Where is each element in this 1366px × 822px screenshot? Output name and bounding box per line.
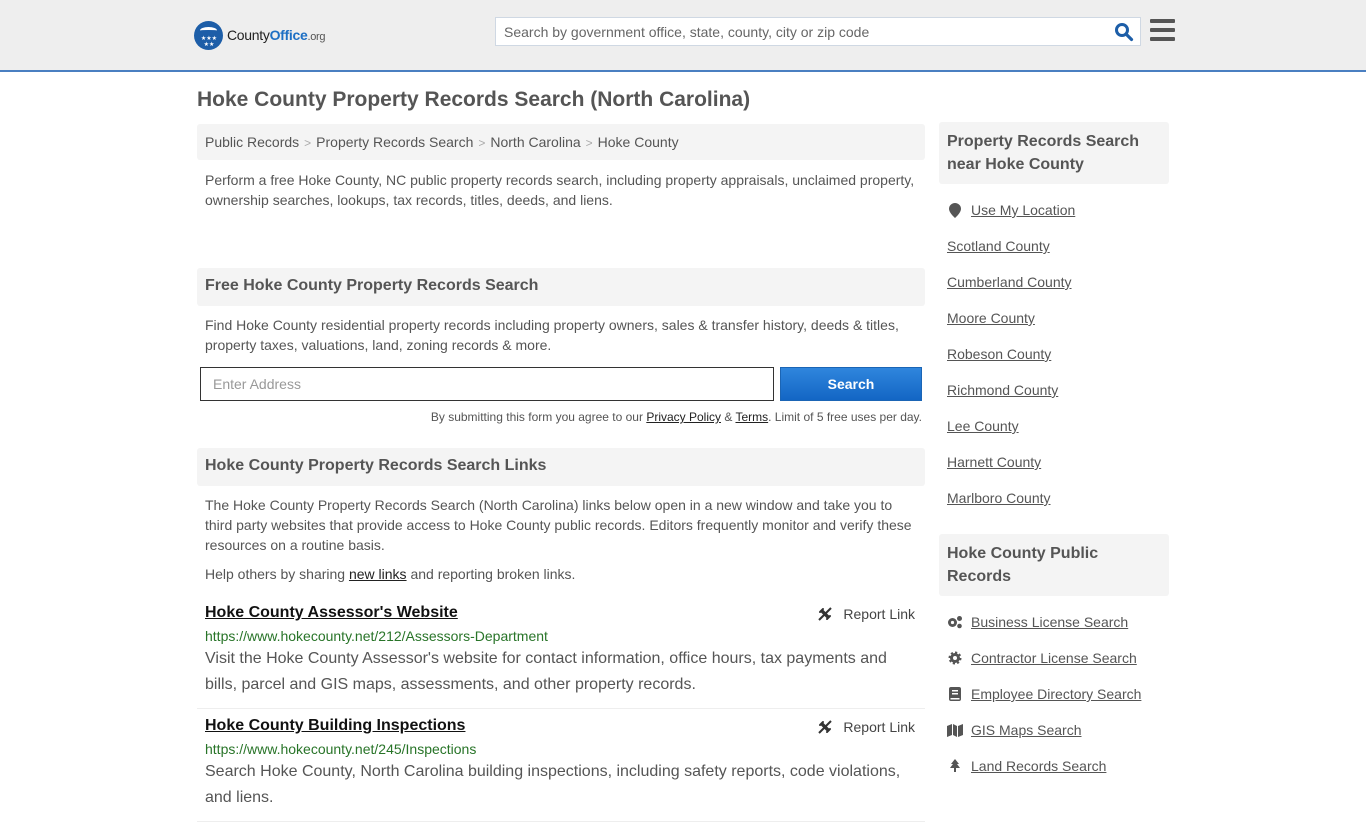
nearby-item: Marlboro County — [947, 480, 1161, 516]
nearby-item: Scotland County — [947, 228, 1161, 264]
nearby-item: Harnett County — [947, 444, 1161, 480]
terms-link[interactable]: Terms — [735, 410, 768, 424]
link-description: Visit the Hoke County Assessor's website… — [205, 650, 887, 693]
breadcrumb-north-carolina[interactable]: North Carolina — [490, 134, 580, 150]
address-input[interactable] — [200, 367, 774, 401]
main-content: Public Records > Property Records Search > N… — [197, 124, 925, 822]
employee-directory-search-link[interactable]: Employee Directory Search — [971, 686, 1141, 702]
links-heading: Hoke County Property Records Search Link… — [197, 448, 925, 486]
nearby-list: Use My Location Scotland County Cumberla… — [939, 184, 1169, 526]
nearby-item: Cumberland County — [947, 264, 1161, 300]
broken-link-icon — [818, 720, 833, 734]
map-marker-icon — [947, 202, 963, 218]
public-records-list: Business License Search Contractor Licen… — [939, 596, 1169, 794]
business-license-search-link[interactable]: Business License Search — [971, 614, 1128, 630]
page-title: Hoke County Property Records Search (Nor… — [197, 88, 751, 111]
gears-icon — [947, 614, 963, 630]
nearby-county-link[interactable]: Marlboro County — [947, 490, 1051, 506]
report-link-button[interactable]: Report Link — [817, 719, 915, 735]
public-record-item: Land Records Search — [947, 748, 1161, 784]
address-search-form: Search — [197, 355, 925, 401]
nearby-item: Robeson County — [947, 336, 1161, 372]
nearby-county-link[interactable]: Harnett County — [947, 454, 1041, 470]
public-records-heading: Hoke County Public Records — [939, 534, 1169, 596]
breadcrumb-hoke-county[interactable]: Hoke County — [598, 134, 679, 150]
site-search — [495, 17, 1141, 46]
site-header: ★★★ ★★ CountyOffice.org — [0, 0, 1366, 72]
free-search-text: Find Hoke County residential property re… — [205, 317, 899, 353]
map-icon — [947, 722, 963, 738]
public-record-item: Business License Search — [947, 604, 1161, 640]
nearby-county-link[interactable]: Lee County — [947, 418, 1019, 434]
breadcrumb-separator: > — [478, 136, 486, 150]
privacy-policy-link[interactable]: Privacy Policy — [646, 410, 721, 424]
use-location-item: Use My Location — [947, 192, 1161, 228]
nearby-county-link[interactable]: Robeson County — [947, 346, 1051, 362]
address-search-button[interactable]: Search — [780, 367, 922, 401]
breadcrumb: Public Records > Property Records Search > N… — [197, 124, 925, 160]
nearby-county-link[interactable]: Scotland County — [947, 238, 1050, 254]
link-description: Search Hoke County, North Carolina build… — [205, 763, 901, 806]
disclaimer-text: By submitting this form you agree to our — [430, 410, 647, 424]
report-link-button[interactable]: Report Link — [817, 606, 915, 622]
book-icon — [947, 686, 963, 702]
nearby-heading: Property Records Search near Hoke County — [939, 122, 1169, 184]
public-record-item: Employee Directory Search — [947, 676, 1161, 712]
breadcrumb-separator: > — [585, 136, 593, 150]
nearby-county-link[interactable]: Cumberland County — [947, 274, 1072, 290]
link-url: https://www.hokecounty.net/245/Inspectio… — [205, 741, 477, 757]
public-record-item: Contractor License Search — [947, 640, 1161, 676]
links-intro-text: The Hoke County Property Records Search … — [205, 497, 912, 553]
gear-icon — [947, 650, 963, 666]
logo-text: CountyOffice.org — [227, 27, 326, 43]
tree-icon — [947, 758, 963, 774]
land-records-search-link[interactable]: Land Records Search — [971, 758, 1106, 774]
report-link-label: Report Link — [843, 606, 915, 622]
nearby-item: Lee County — [947, 408, 1161, 444]
sidebar: Property Records Search near Hoke County… — [939, 122, 1169, 794]
free-search-heading: Free Hoke County Property Records Search — [197, 268, 925, 306]
report-link-label: Report Link — [843, 719, 915, 735]
breadcrumb-public-records[interactable]: Public Records — [205, 134, 299, 150]
help-text-post: and reporting broken links. — [406, 566, 576, 582]
hamburger-menu-icon[interactable] — [1150, 19, 1175, 41]
disclaimer-text: . Limit of 5 free uses per day. — [768, 410, 922, 424]
breadcrumb-separator: > — [304, 136, 312, 150]
link-title[interactable]: Hoke County Assessor's Website — [205, 604, 458, 621]
use-my-location-link[interactable]: Use My Location — [971, 202, 1075, 218]
disclaimer-text: & — [721, 410, 736, 424]
nearby-county-link[interactable]: Richmond County — [947, 382, 1058, 398]
logo-eagle-icon: ★★★ ★★ — [194, 20, 223, 50]
search-icon[interactable] — [1114, 22, 1134, 42]
link-url: https://www.hokecounty.net/212/Assessors… — [205, 628, 548, 644]
link-title[interactable]: Hoke County Building Inspections — [205, 717, 465, 734]
help-text-pre: Help others by sharing — [205, 566, 349, 582]
breadcrumb-property-records-search[interactable]: Property Records Search — [316, 134, 473, 150]
contractor-license-search-link[interactable]: Contractor License Search — [971, 650, 1137, 666]
nearby-county-link[interactable]: Moore County — [947, 310, 1035, 326]
link-item: Hoke County Assessor's Website Report Li… — [197, 596, 925, 709]
nearby-item: Richmond County — [947, 372, 1161, 408]
help-text: Help others by sharing new links and rep… — [197, 555, 925, 582]
site-search-input[interactable] — [496, 18, 1096, 45]
public-record-item: GIS Maps Search — [947, 712, 1161, 748]
link-item: Hoke County Building Inspections Report … — [197, 709, 925, 822]
new-links-link[interactable]: new links — [349, 566, 407, 582]
nearby-item: Moore County — [947, 300, 1161, 336]
site-logo[interactable]: ★★★ ★★ CountyOffice.org — [194, 20, 326, 50]
broken-link-icon — [818, 607, 833, 621]
intro-text: Perform a free Hoke County, NC public pr… — [205, 172, 915, 208]
gis-maps-search-link[interactable]: GIS Maps Search — [971, 722, 1082, 738]
form-disclaimer: By submitting this form you agree to our… — [197, 401, 925, 448]
